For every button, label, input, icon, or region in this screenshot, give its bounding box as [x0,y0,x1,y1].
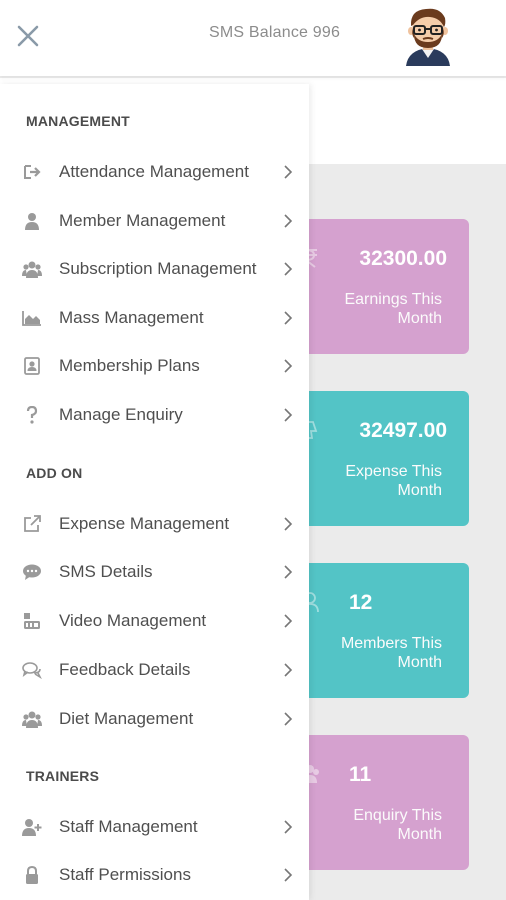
user-plus-icon [22,818,42,836]
external-link-icon [22,515,42,533]
menu-item-member-management[interactable]: Member Management [0,201,309,241]
menu-item-subscription-management[interactable]: Subscription Management [0,249,309,289]
menu-item-expense-management[interactable]: Expense Management [0,504,309,544]
id-card-icon [22,357,42,375]
navigation-drawer: MANAGEMENT Attendance Management Member … [0,84,309,900]
menu-item-membership-plans[interactable]: Membership Plans [0,346,309,386]
earnings-value: 32300.00 [359,247,447,270]
youtube-icon [22,612,42,630]
comment-icon [22,563,42,581]
members-value: 12 [349,591,373,614]
chevron-right-icon [283,165,293,179]
menu-item-staff-permissions[interactable]: Staff Permissions [0,855,309,895]
menu-item-label: Manage Enquiry [59,405,183,424]
earnings-card[interactable]: 32300.00 Earnings This Month [296,219,469,354]
expense-value: 32497.00 [359,419,447,442]
chevron-right-icon [283,311,293,325]
chevron-right-icon [283,712,293,726]
expense-card[interactable]: 32497.00 Expense This Month [296,391,469,526]
area-chart-icon [22,309,42,327]
members-card[interactable]: 12 Members This Month [296,563,469,698]
menu-item-attendance-management[interactable]: Attendance Management [0,152,309,192]
menu-item-label: Membership Plans [59,356,200,375]
chevron-right-icon [283,517,293,531]
chevron-right-icon [283,868,293,882]
question-icon [22,406,42,424]
top-bar: SMS Balance 996 [0,0,506,76]
chevron-right-icon [283,565,293,579]
menu-item-label: Staff Permissions [59,865,191,884]
chevron-right-icon [283,663,293,677]
menu-item-staff-management[interactable]: Staff Management [0,807,309,847]
chevron-right-icon [283,262,293,276]
menu-item-label: SMS Details [59,562,153,581]
chevron-right-icon [283,359,293,373]
user-icon [22,212,42,230]
menu-item-label: Video Management [59,611,207,630]
expense-label: Expense This Month [345,463,442,499]
menu-item-label: Member Management [59,211,226,230]
section-title-add-on: ADD ON [26,465,83,481]
menu-item-label: Diet Management [59,709,194,728]
menu-item-video-management[interactable]: Video Management [0,601,309,641]
enquiry-label: Enquiry This Month [353,807,442,843]
close-icon[interactable] [14,22,42,50]
menu-item-diet-management[interactable]: Diet Management [0,699,309,739]
lock-icon [22,866,42,884]
menu-item-label: Subscription Management [59,259,257,278]
members-label: Members This Month [340,635,442,671]
section-title-trainers: TRAINERS [26,768,100,784]
enquiry-value: 11 [349,763,372,786]
menu-item-sms-details[interactable]: SMS Details [0,552,309,592]
chevron-right-icon [283,614,293,628]
comments-icon [22,661,42,679]
avatar[interactable] [400,4,456,66]
sign-in-icon [22,163,42,181]
menu-item-label: Mass Management [59,308,204,327]
menu-item-feedback-details[interactable]: Feedback Details [0,650,309,690]
chevron-right-icon [283,214,293,228]
menu-item-label: Expense Management [59,514,230,533]
menu-item-label: Feedback Details [59,660,191,679]
menu-item-mass-management[interactable]: Mass Management [0,298,309,338]
users-icon [22,260,42,278]
earnings-label: Earnings This Month [344,291,442,327]
chevron-right-icon [283,408,293,422]
menu-item-label: Staff Management [59,817,198,836]
chevron-right-icon [283,820,293,834]
menu-item-label: Attendance Management [59,162,249,181]
users-icon [22,710,42,728]
sms-balance: SMS Balance 996 [209,24,341,41]
enquiry-card[interactable]: 11 Enquiry This Month [296,735,469,870]
section-title-management: MANAGEMENT [26,113,130,129]
menu-item-manage-enquiry[interactable]: Manage Enquiry [0,395,309,435]
